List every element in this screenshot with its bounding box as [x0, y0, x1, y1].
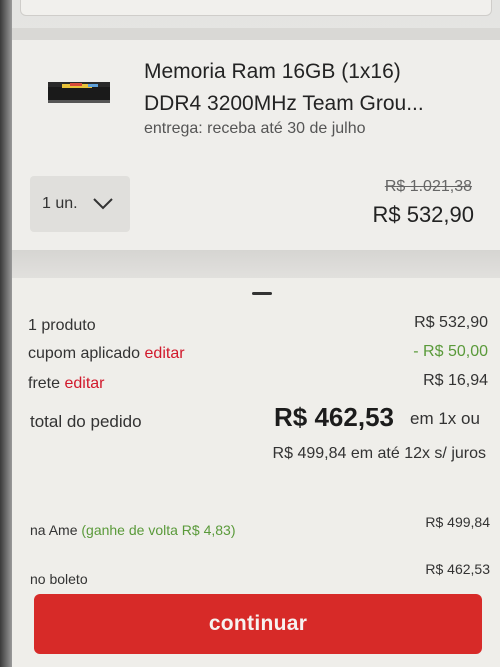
ame-cashback: (ganhe de volta R$ 4,83) — [81, 522, 236, 538]
cart-screen: Memoria Ram 16GB (1x16) DDR4 3200MHz Tea… — [0, 0, 500, 667]
edit-shipping-link[interactable]: editar — [64, 375, 104, 392]
order-summary: 1 produto R$ 532,90 cupom aplicado edita… — [12, 278, 500, 667]
original-price: R$ 1.021,38 — [384, 178, 472, 195]
ame-label: na Ame — [30, 522, 78, 538]
coupon-discount: - R$ 50,00 — [413, 343, 488, 360]
delivery-estimate: entrega: receba até 30 de julho — [144, 120, 366, 137]
product-title[interactable]: Memoria Ram 16GB (1x16) DDR4 3200MHz Tea… — [144, 56, 484, 120]
drag-handle-icon[interactable] — [252, 292, 272, 295]
product-thumbnail[interactable] — [48, 82, 110, 104]
chevron-down-icon — [92, 198, 113, 210]
total-label: total do pedido — [30, 412, 142, 431]
continue-button[interactable]: continuar — [34, 594, 482, 654]
divider — [12, 28, 500, 40]
ame-price: R$ 499,84 — [425, 514, 490, 530]
cart-item: Memoria Ram 16GB (1x16) DDR4 3200MHz Tea… — [12, 40, 500, 250]
edit-coupon-link[interactable]: editar — [145, 345, 185, 362]
product-title-line2: DDR4 3200MHz Team Grou... — [144, 92, 424, 115]
products-count-label: 1 produto — [28, 317, 96, 334]
ame-row: na Ame (ganhe de volta R$ 4,83) — [30, 522, 235, 538]
item-price: R$ 532,90 — [372, 202, 474, 227]
previous-card — [20, 0, 492, 16]
shipping-label: frete — [28, 375, 61, 392]
quantity-select[interactable]: 1 un. — [30, 176, 130, 232]
total-payment-terms: em 1x ou — [410, 409, 480, 428]
boleto-price: R$ 462,53 — [425, 561, 490, 577]
boleto-label: no boleto — [30, 571, 88, 587]
coupon-label: cupom aplicado — [28, 345, 141, 362]
product-title-line1: Memoria Ram 16GB (1x16) — [144, 60, 401, 83]
installments-info: R$ 499,84 em até 12x s/ juros — [272, 445, 486, 462]
shipping-cost: R$ 16,94 — [423, 372, 488, 389]
products-subtotal: R$ 532,90 — [414, 314, 488, 331]
shipping-row: frete editar — [28, 375, 105, 393]
coupon-row: cupom aplicado editar — [28, 345, 185, 363]
device-bezel — [0, 0, 12, 667]
order-total: R$ 462,53 — [274, 402, 394, 432]
quantity-value: 1 un. — [42, 195, 78, 212]
divider — [12, 250, 500, 280]
